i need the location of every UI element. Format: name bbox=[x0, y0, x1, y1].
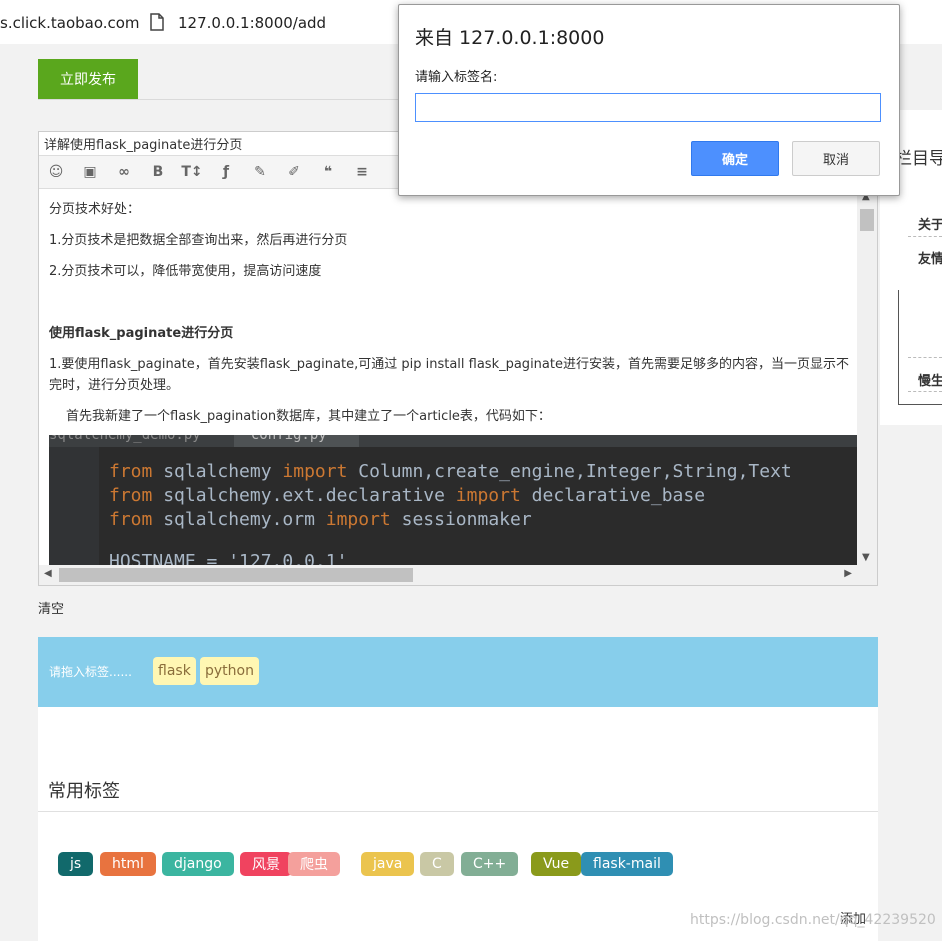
code-text: HOSTNAME = '127.0.0.1' bbox=[109, 551, 348, 565]
common-tag[interactable]: django bbox=[162, 852, 234, 876]
code-gutter bbox=[49, 447, 99, 565]
divider bbox=[38, 811, 878, 812]
code-text: declarative_base bbox=[520, 485, 706, 506]
common-tag[interactable]: 爬虫 bbox=[288, 852, 340, 876]
paragraph: 1.分页技术是把数据全部查询出来，然后再进行分页 bbox=[49, 233, 348, 248]
link-icon[interactable]: ∞ bbox=[107, 156, 141, 188]
sidebar-item-about[interactable]: 关于 bbox=[918, 214, 942, 233]
code-text: sqlalchemy.ext.declarative bbox=[152, 485, 456, 506]
scroll-right-icon[interactable]: ▶ bbox=[844, 568, 852, 579]
tag-drop-zone[interactable]: 请拖入标签...... flask python bbox=[38, 637, 878, 707]
brush-icon[interactable]: ✐ bbox=[277, 156, 311, 188]
ok-button[interactable]: 确定 bbox=[691, 141, 779, 176]
code-text: Column,create_engine,Integer,String,Text bbox=[347, 461, 792, 482]
divider bbox=[908, 357, 942, 358]
sidebar-item-friends[interactable]: 友情 bbox=[918, 248, 942, 267]
code-line: from sqlalchemy import Column,create_eng… bbox=[109, 461, 792, 482]
tag-drop-hint: 请拖入标签...... bbox=[49, 665, 132, 679]
clear-button[interactable]: 清空 bbox=[38, 598, 64, 617]
common-tag[interactable]: java bbox=[361, 852, 415, 876]
common-tag[interactable]: html bbox=[100, 852, 156, 876]
code-text: sqlalchemy.orm bbox=[152, 509, 326, 530]
image-icon[interactable]: ▣ bbox=[73, 156, 107, 188]
common-tags-panel: 常用标签 js html django 风景 爬虫 java C C++ Vue flask-ma… bbox=[38, 707, 878, 941]
code-keyword: from bbox=[109, 509, 153, 530]
paragraph: 1.要使用flask_paginate，首先安装flask_paginate,可… bbox=[49, 357, 849, 393]
selected-tag[interactable]: flask bbox=[153, 657, 196, 685]
horizontal-scrollbar[interactable]: ◀ ▶ bbox=[39, 565, 877, 585]
pen-icon[interactable]: ✎ bbox=[243, 156, 277, 188]
common-tags-title: 常用标签 bbox=[48, 781, 120, 802]
common-tag[interactable]: flask-mail bbox=[581, 852, 673, 876]
paragraph: 首先我新建了一个flask_pagination数据库，其中建立了一个artic… bbox=[66, 409, 551, 424]
editor-content[interactable]: 分页技术好处： 1.分页技术是把数据全部查询出来，然后再进行分页 2.分页技术可… bbox=[39, 189, 857, 565]
cancel-button[interactable]: 取消 bbox=[792, 141, 880, 176]
tag-name-input[interactable] bbox=[415, 93, 881, 122]
code-line: HOSTNAME = '127.0.0.1' bbox=[109, 551, 347, 565]
vertical-scrollbar[interactable]: ▲ ▼ bbox=[857, 189, 877, 565]
common-tag[interactable]: 风景 bbox=[240, 852, 292, 876]
quote-icon[interactable]: ❝ bbox=[311, 156, 345, 188]
code-text: sessionmaker bbox=[390, 509, 532, 530]
code-keyword: from bbox=[109, 461, 153, 482]
code-keyword: import bbox=[325, 509, 391, 530]
selected-tag[interactable]: python bbox=[200, 657, 259, 685]
code-keyword: from bbox=[109, 485, 153, 506]
common-tag[interactable]: C bbox=[420, 852, 454, 876]
smile-icon[interactable]: ☺ bbox=[39, 156, 73, 188]
prompt-dialog: 来自 127.0.0.1:8000 请输入标签名: 确定 取消 bbox=[398, 4, 900, 196]
scroll-thumb[interactable] bbox=[860, 209, 874, 231]
divider bbox=[908, 236, 942, 237]
code-tabs: sqlalchemy_demo.py config.py bbox=[49, 435, 857, 447]
sidebar-heading: 栏目导 bbox=[895, 149, 942, 169]
code-line: from sqlalchemy.orm import sessionmaker bbox=[109, 509, 532, 530]
text-size-icon[interactable]: T↕ bbox=[175, 156, 209, 188]
scroll-left-icon[interactable]: ◀ bbox=[44, 568, 52, 579]
paragraph: 分页技术好处： bbox=[49, 202, 141, 217]
code-line: from sqlalchemy.ext.declarative import d… bbox=[109, 485, 705, 506]
font-icon[interactable]: ƒ bbox=[209, 156, 243, 188]
divider bbox=[908, 391, 942, 392]
code-tab-active: config.py bbox=[234, 435, 359, 447]
publish-button[interactable]: 立即发布 bbox=[38, 59, 138, 99]
paragraph: 2.分页技术可以，降低带宽使用，提高访问速度 bbox=[49, 264, 322, 279]
dialog-message: 请输入标签名: bbox=[415, 70, 498, 85]
section-heading: 使用flask_paginate进行分页 bbox=[49, 326, 234, 341]
code-tab: sqlalchemy_demo.py bbox=[49, 435, 201, 443]
common-tag[interactable]: C++ bbox=[461, 852, 519, 876]
align-icon[interactable]: ≡ bbox=[345, 156, 379, 188]
code-tab-label: config.py bbox=[250, 435, 327, 443]
scroll-thumb[interactable] bbox=[59, 568, 413, 582]
code-keyword: import bbox=[282, 461, 348, 482]
common-tag[interactable]: js bbox=[58, 852, 94, 876]
tab-url-left[interactable]: s.click.taobao.com bbox=[0, 14, 140, 32]
rich-text-editor: ☺▣∞BT↕ƒ✎✐❝≡ 分页技术好处： 1.分页技术是把数据全部查询出来，然后再… bbox=[38, 131, 878, 586]
scroll-down-icon[interactable]: ▼ bbox=[862, 552, 870, 563]
watermark: https://blog.csdn.net/qq_42239520 bbox=[690, 912, 936, 928]
code-screenshot-image: sqlalchemy_demo.py config.py from sqlalc… bbox=[49, 435, 857, 565]
common-tag[interactable]: Vue bbox=[531, 852, 582, 876]
file-icon bbox=[150, 13, 164, 35]
bold-icon[interactable]: B bbox=[141, 156, 175, 188]
sidebar-item-slowlife[interactable]: 慢生 bbox=[918, 370, 942, 389]
dialog-title: 来自 127.0.0.1:8000 bbox=[415, 27, 605, 49]
address-url[interactable]: 127.0.0.1:8000/add bbox=[178, 14, 326, 32]
code-text: sqlalchemy bbox=[152, 461, 283, 482]
code-keyword: import bbox=[455, 485, 521, 506]
